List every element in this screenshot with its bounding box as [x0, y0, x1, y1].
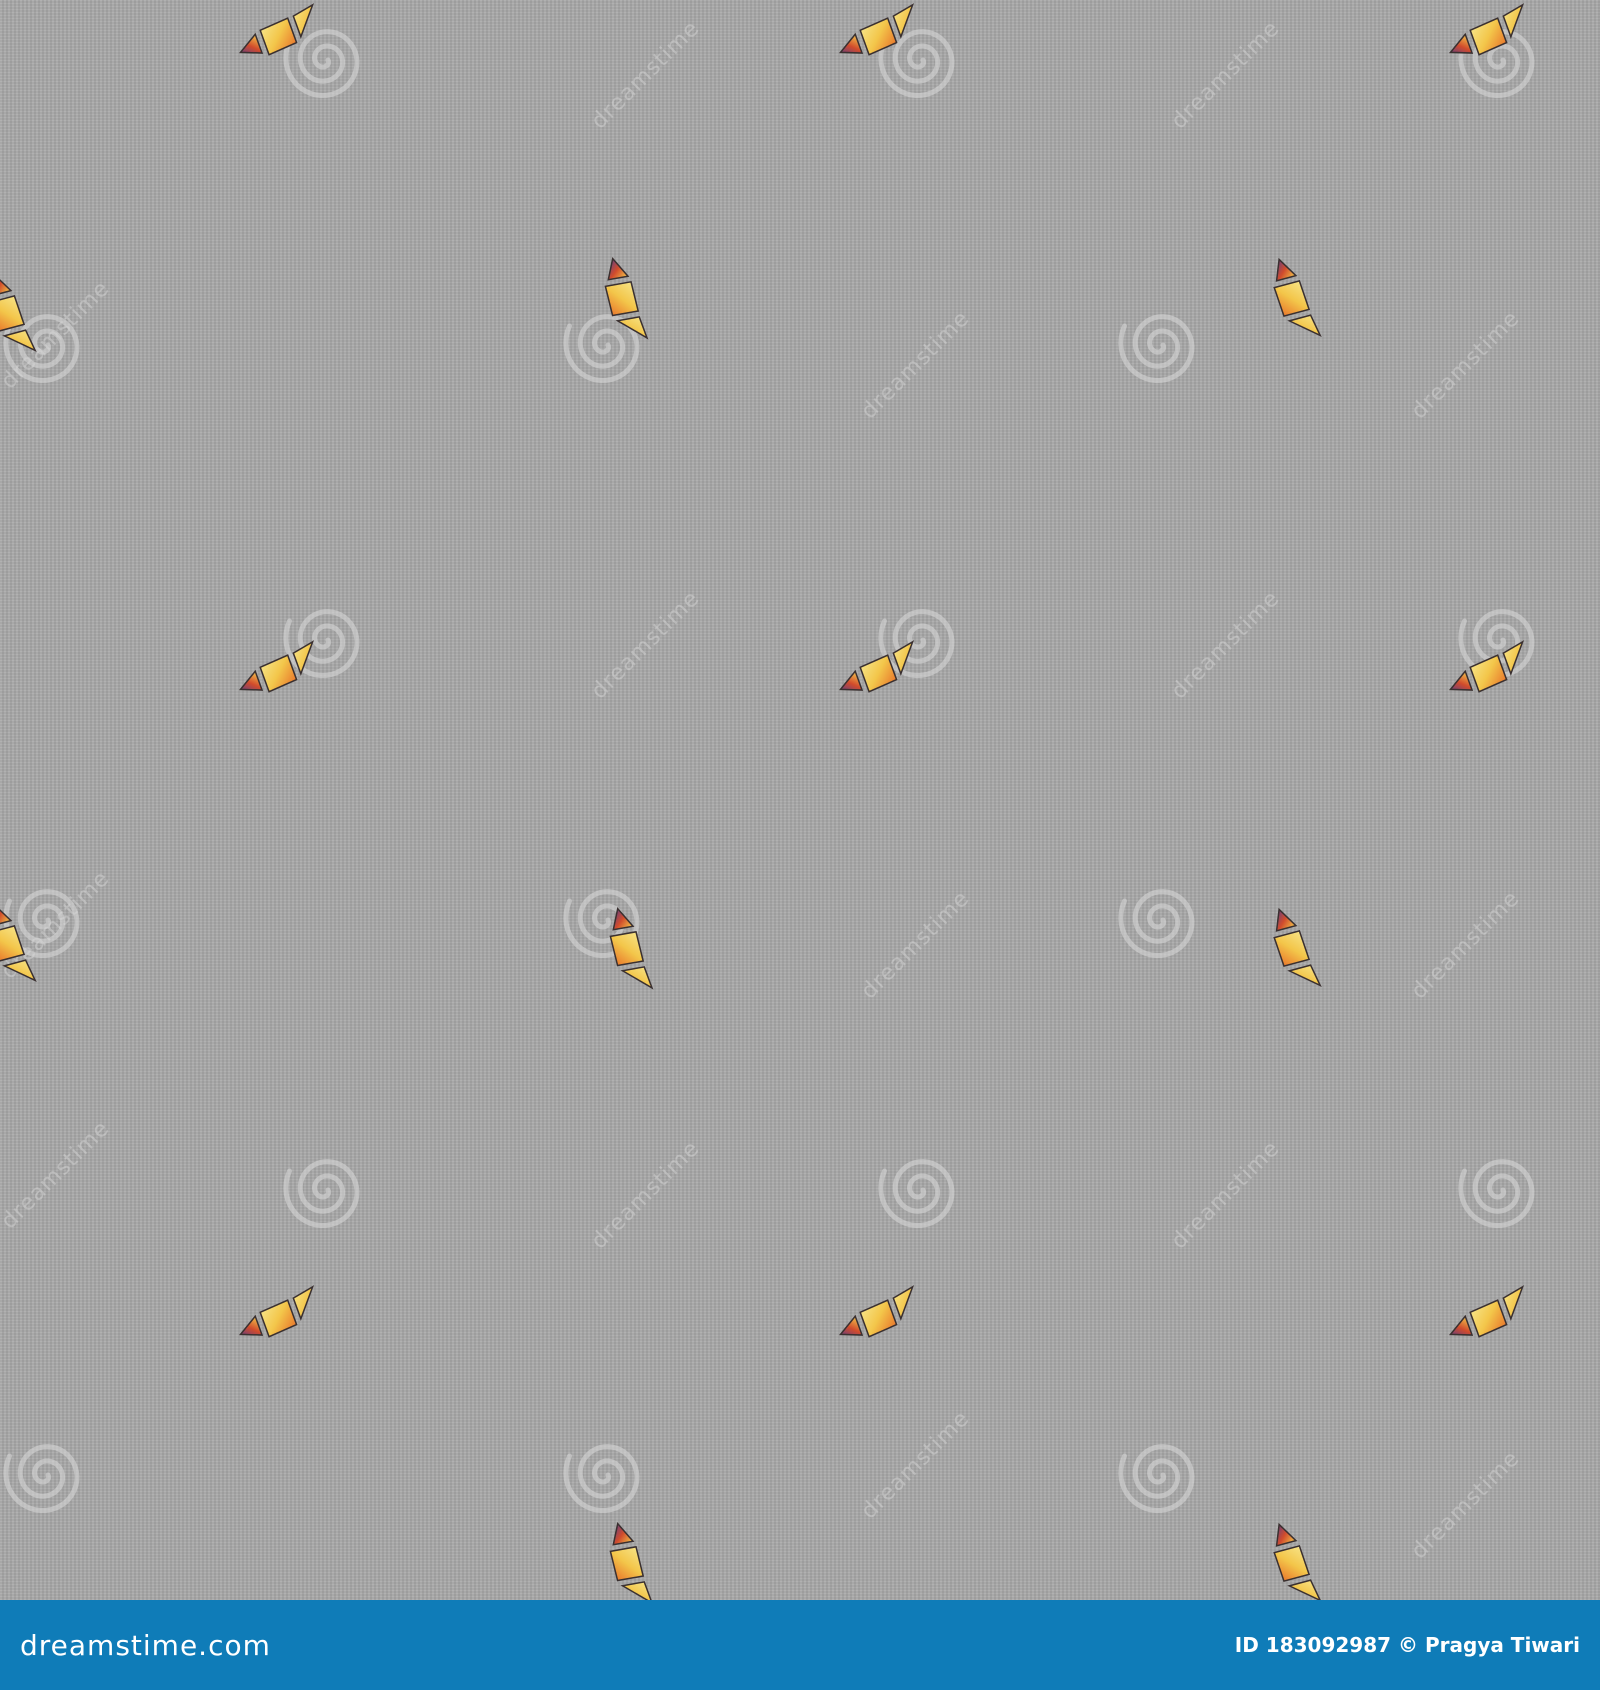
- mosaic-motif: [1448, 1285, 1525, 1338]
- watermark-spiral-icon: [878, 1159, 955, 1229]
- pattern-canvas: dreamstime dreamstime dreamstime dreamstime…: [0, 0, 1600, 1600]
- watermark-text: dreamstime: [1167, 16, 1285, 134]
- mosaic-motif: [838, 640, 915, 693]
- watermark-spiral-icon: [1458, 1159, 1535, 1229]
- watermark-footer: dreamstime.com ID 183092987 © Pragya Tiw…: [0, 1600, 1600, 1690]
- watermark-text: dreamstime: [1407, 306, 1525, 424]
- watermark-spiral-icon: [1118, 889, 1195, 959]
- mosaic-motif: [238, 3, 315, 56]
- watermark-text: dreamstime: [1167, 586, 1285, 704]
- watermark-spiral-icon: [563, 1444, 640, 1514]
- mosaic-motif: [1448, 640, 1525, 693]
- watermark-spiral-icon: [1118, 1444, 1195, 1514]
- mosaic-motif: [838, 1285, 915, 1338]
- mosaic-motif: [609, 1522, 654, 1600]
- watermark-text: dreamstime: [587, 1136, 705, 1254]
- watermark-text: dreamstime: [857, 306, 975, 424]
- image-author: © Pragya Tiwari: [1398, 1633, 1580, 1657]
- mosaic-motif: [238, 1285, 315, 1338]
- watermark-text: dreamstime: [0, 1116, 115, 1234]
- watermark-text: dreamstime: [587, 16, 705, 134]
- watermark-spiral-icon: [3, 1444, 80, 1514]
- watermark-spiral-icon: [283, 609, 360, 679]
- image-id: ID 183092987: [1234, 1633, 1392, 1657]
- watermark-spiral-icon: [1118, 314, 1195, 384]
- mosaic-motif: [609, 907, 654, 990]
- mosaic-motif: [1273, 257, 1322, 337]
- watermark-text: dreamstime: [1407, 886, 1525, 1004]
- watermark-text: dreamstime: [857, 1406, 975, 1524]
- watermark-text: dreamstime: [1167, 1136, 1285, 1254]
- mosaic-motif: [1273, 1522, 1322, 1600]
- dreamstime-logo: dreamstime.com: [20, 1628, 271, 1662]
- watermark-text: dreamstime: [857, 886, 975, 1004]
- stock-image: dreamstime dreamstime dreamstime dreamstime…: [0, 0, 1600, 1690]
- watermark-text: dreamstime: [587, 586, 705, 704]
- pattern-svg: dreamstime dreamstime dreamstime dreamstime…: [0, 3, 1535, 1600]
- image-credit: ID 183092987 © Pragya Tiwari: [1235, 1633, 1580, 1657]
- watermark-spiral-icon: [283, 1159, 360, 1229]
- watermark-text: dreamstime: [1407, 1446, 1525, 1564]
- mosaic-motif: [1273, 907, 1322, 987]
